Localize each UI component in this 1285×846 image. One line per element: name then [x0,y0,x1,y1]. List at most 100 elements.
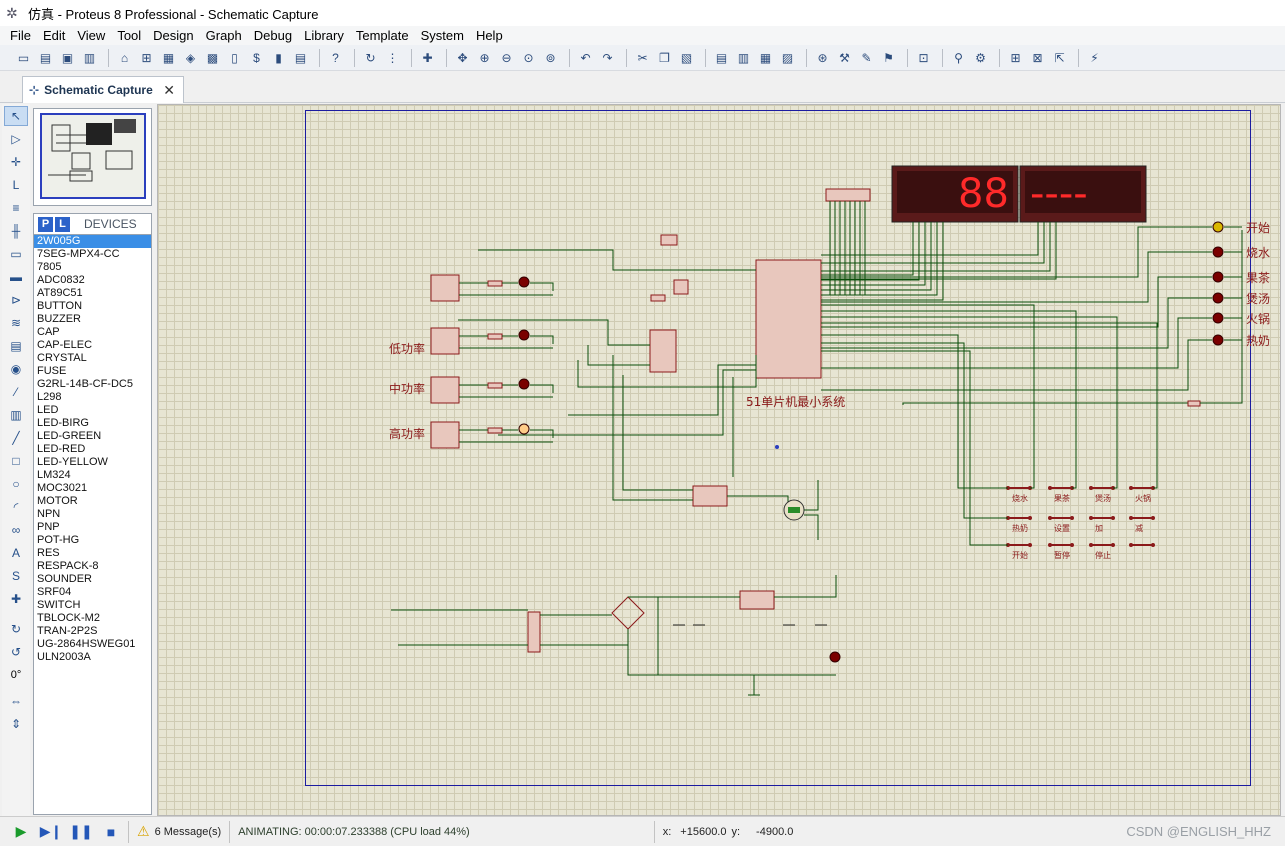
redo-icon[interactable]: ↷ [598,48,617,67]
marker-2d-icon[interactable]: ✚ [4,589,28,609]
decompose-icon[interactable]: ⚑ [879,48,898,67]
seg-display-digits[interactable]: ---- [1030,171,1088,217]
menu-debug[interactable]: Debug [248,28,298,43]
library-manager-button[interactable]: L [55,216,70,232]
device-item[interactable]: ULN2003A [34,651,151,664]
wire[interactable] [498,369,756,436]
mode-label[interactable]: 果茶 [1246,270,1270,285]
voltage-probe-icon[interactable]: ⁄ [4,382,28,402]
menu-help[interactable]: Help [470,28,509,43]
wire[interactable] [821,334,1008,489]
cut-icon[interactable]: ✂ [633,48,652,67]
device-item[interactable]: LED-GREEN [34,430,151,443]
device-item[interactable]: 7SEG-MPX4-CC [34,248,151,261]
grid-toggle-icon[interactable]: ⋮ [383,48,402,67]
design-explorer-icon[interactable]: ▯ [225,48,244,67]
button-terminal[interactable] [1151,543,1155,547]
menu-edit[interactable]: Edit [37,28,71,43]
component-body[interactable] [649,329,677,373]
box-2d-icon[interactable]: □ [4,451,28,471]
pick-devices-button[interactable]: P [38,216,53,232]
device-item[interactable]: L298 [34,391,151,404]
text-script-icon[interactable]: ≡ [4,198,28,218]
button-terminal[interactable] [1111,543,1115,547]
bom-icon[interactable]: $ [247,48,266,67]
mode-label[interactable]: 火锅 [1246,311,1270,326]
subcircuit-icon[interactable]: ▭ [4,244,28,264]
undo-icon[interactable]: ↶ [576,48,595,67]
button-terminal[interactable] [1028,543,1032,547]
led[interactable] [1212,334,1224,346]
button-label[interactable]: 开始 [1012,550,1028,560]
component-mode-icon[interactable]: ▷ [4,129,28,149]
component-body[interactable] [430,376,460,404]
wire[interactable] [821,222,1039,256]
device-item[interactable]: TRAN-2P2S [34,625,151,638]
wire[interactable] [530,335,554,344]
button-terminal[interactable] [1048,516,1052,520]
button-terminal[interactable] [1129,543,1133,547]
led[interactable] [1212,271,1224,283]
origin-icon[interactable]: ✚ [418,48,437,67]
device-item[interactable]: LED-RED [34,443,151,456]
wire[interactable] [821,201,831,296]
junction-dot-icon[interactable]: ✛ [4,152,28,172]
electrical-check-icon[interactable]: ⚡ [1085,48,1104,67]
open-folder-icon[interactable]: ▤ [36,48,55,67]
component-body[interactable] [527,611,541,653]
copy-icon[interactable]: ❐ [655,48,674,67]
gerber-icon[interactable]: ▩ [203,48,222,67]
led[interactable] [518,329,530,341]
mcu-label[interactable]: 51单片机最小系统 [746,395,845,409]
wire[interactable] [821,222,938,296]
device-item[interactable]: POT-HG [34,534,151,547]
button-terminal[interactable] [1070,543,1074,547]
component-body[interactable] [430,421,460,449]
cursor-origin-marker[interactable] [775,445,779,449]
buses-icon[interactable]: ╫ [4,221,28,241]
seg-display-digits[interactable]: 88 [958,171,1009,217]
wire[interactable] [821,304,1035,489]
component-body[interactable] [755,259,822,379]
device-item[interactable]: UG-2864HSWEG01 [34,638,151,651]
button-label[interactable]: 热奶 [1012,523,1028,533]
text-2d-icon[interactable]: A [4,543,28,563]
menu-file[interactable]: File [4,28,37,43]
overview-window[interactable] [33,108,152,206]
power-label[interactable]: 中功率 [389,381,425,396]
menu-tool[interactable]: Tool [111,28,147,43]
device-pins-icon[interactable]: ⊳ [4,290,28,310]
led[interactable] [1212,221,1224,233]
stop-icon[interactable]: ■ [102,823,120,841]
device-list[interactable]: 2W005G 7SEG-MPX4-CC 7805 ADC0832 AT89C51 BUTT… [33,235,152,815]
step-icon[interactable]: ▶❙ [40,823,63,841]
bridge-rectifier[interactable] [611,596,645,630]
button-terminal[interactable] [1129,486,1133,490]
device-item[interactable]: LED [34,404,151,417]
component-body[interactable] [487,382,503,389]
button-label[interactable]: 暂停 [1054,550,1070,560]
code-icon[interactable]: ▮ [269,48,288,67]
wire[interactable] [821,222,1057,280]
button-terminal[interactable] [1151,516,1155,520]
menu-template[interactable]: Template [350,28,415,43]
button-label[interactable]: 设置 [1054,523,1070,533]
zoom-all-icon[interactable]: ⊙ [519,48,538,67]
zoom-out-icon[interactable]: ⊖ [497,48,516,67]
pcb-icon[interactable]: ▦ [159,48,178,67]
message-count[interactable]: 6 Message(s) [155,826,222,838]
wire[interactable] [458,319,650,346]
component-body[interactable] [430,274,460,302]
tape-recorder-icon[interactable]: ▤ [4,336,28,356]
selection-mode-icon[interactable]: ↖ [4,106,28,126]
pan-icon[interactable]: ✥ [453,48,472,67]
button-terminal[interactable] [1048,543,1052,547]
line-2d-icon[interactable]: ╱ [4,428,28,448]
button-terminal[interactable] [1111,516,1115,520]
device-item[interactable]: PNP [34,521,151,534]
button-label[interactable]: 果茶 [1054,493,1070,503]
wire[interactable] [530,282,554,291]
button-terminal[interactable] [1028,516,1032,520]
wire[interactable] [530,429,554,438]
refresh-icon[interactable]: ↻ [361,48,380,67]
